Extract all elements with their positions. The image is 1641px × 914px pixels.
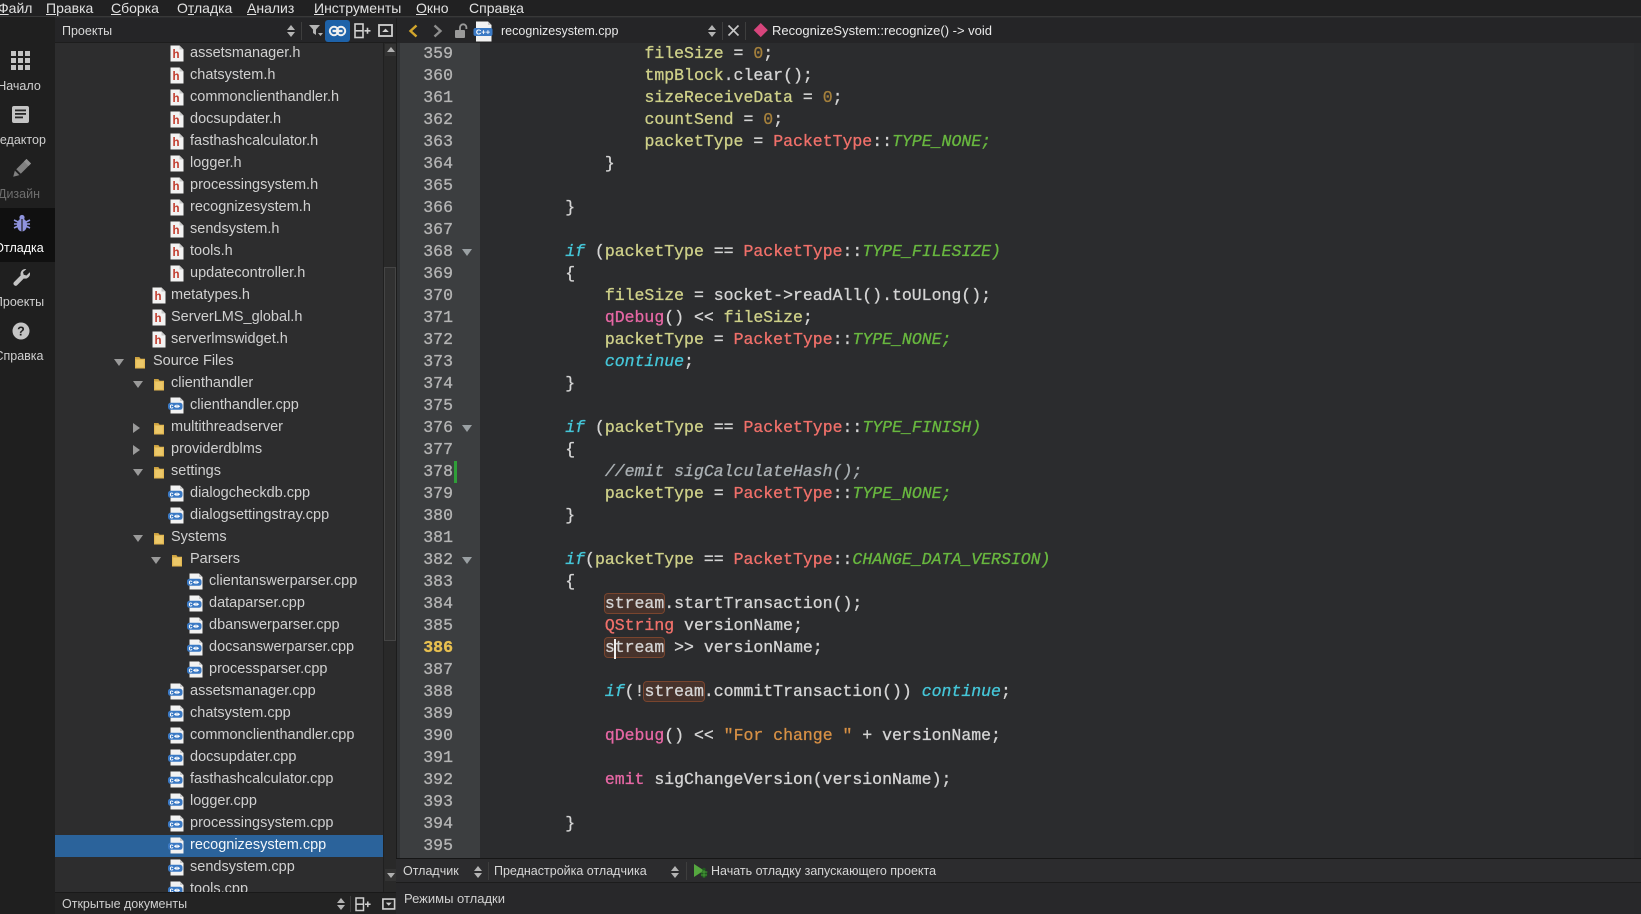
svg-text:c: c: [170, 755, 174, 762]
svg-text:h: h: [172, 159, 179, 171]
svg-text:c: c: [170, 843, 174, 850]
svg-text:c: c: [170, 711, 174, 718]
svg-text:c: c: [189, 645, 193, 652]
svg-text:c: c: [170, 799, 174, 806]
svg-text:c: c: [170, 821, 174, 828]
svg-text:h: h: [172, 247, 179, 259]
svg-text:c: c: [189, 601, 193, 608]
svg-text:h: h: [172, 269, 179, 281]
svg-text:h: h: [172, 181, 179, 193]
svg-text:h: h: [154, 291, 161, 303]
svg-text:h: h: [172, 203, 179, 215]
svg-text:c: c: [189, 579, 193, 586]
svg-text:c: c: [170, 689, 174, 696]
svg-text:c: c: [170, 865, 174, 872]
svg-text:h: h: [172, 49, 179, 61]
svg-text:h: h: [172, 225, 179, 237]
svg-text:c: c: [170, 513, 174, 520]
svg-text:C++: C++: [476, 27, 491, 36]
svg-text:c: c: [170, 777, 174, 784]
svg-text:h: h: [172, 137, 179, 149]
svg-text:h: h: [154, 313, 161, 325]
svg-text:h: h: [172, 93, 179, 105]
svg-text:h: h: [172, 115, 179, 127]
svg-text:h: h: [172, 71, 179, 83]
svg-text:c: c: [170, 733, 174, 740]
svg-text:c: c: [170, 491, 174, 498]
svg-text:c: c: [189, 667, 193, 674]
svg-text:?: ?: [17, 325, 25, 339]
svg-text:c: c: [170, 403, 174, 410]
svg-text:h: h: [154, 335, 161, 347]
svg-text:c: c: [189, 623, 193, 630]
